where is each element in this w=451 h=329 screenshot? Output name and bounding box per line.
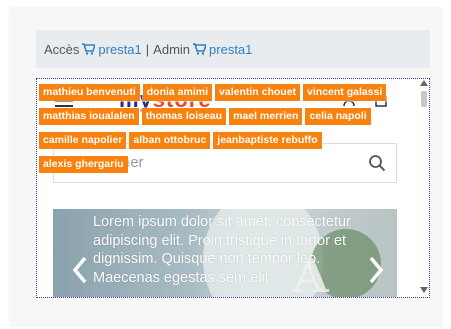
user-tag: alban ottobruc bbox=[129, 132, 211, 149]
user-tag: celia napoli bbox=[305, 108, 371, 125]
cart-icon bbox=[193, 43, 207, 55]
caption-line: Lorem ipsum dolor sit amet, consectetur bbox=[93, 214, 351, 230]
carousel-prev-icon[interactable] bbox=[71, 255, 89, 285]
tag-row: camille napolier alban ottobruc jeanbapt… bbox=[39, 132, 427, 151]
caption-line: adipiscing elit. Proin tristique in tort… bbox=[93, 232, 347, 249]
store-link-2[interactable]: presta1 bbox=[190, 42, 252, 57]
user-tag: mathieu benvenuti bbox=[39, 84, 140, 101]
breadcrumb-separator: | bbox=[145, 41, 150, 57]
store-link-1-label: presta1 bbox=[98, 41, 142, 57]
user-tag: donia amimi bbox=[142, 84, 213, 101]
breadcrumb: Accès presta1 | Admin presta1 bbox=[36, 30, 430, 68]
image-carousel[interactable]: A Lorem ipsum dolor sit amet, consectetu… bbox=[53, 209, 397, 297]
store-link-1[interactable]: presta1 bbox=[79, 41, 142, 57]
user-tags: mathieu benvenuti donia amimi valentin c… bbox=[39, 84, 427, 180]
store-preview-frame[interactable]: mystore Rechercher A Lorem ipsum dolor s… bbox=[36, 78, 430, 298]
scroll-down-icon[interactable] bbox=[420, 287, 428, 293]
carousel-caption: Lorem ipsum dolor sit amet, consectetur … bbox=[93, 213, 393, 287]
tag-row: alexis ghergariu bbox=[39, 156, 427, 175]
user-tag: mael merrien bbox=[229, 108, 303, 125]
carousel-next-icon[interactable] bbox=[367, 255, 385, 285]
breadcrumb-label: Accès bbox=[44, 41, 80, 57]
tag-row: mathieu benvenuti donia amimi valentin c… bbox=[39, 84, 427, 103]
user-tag: jeanbaptiste rebuffo bbox=[213, 132, 322, 149]
user-tag: matthias ioualalen bbox=[39, 108, 139, 125]
tag-row: matthias ioualalen thomas loiseau mael m… bbox=[39, 108, 427, 127]
user-tag: camille napolier bbox=[39, 132, 127, 149]
caption-line: dignissim. Quisque non tempor leo. bbox=[93, 251, 321, 267]
store-link-2-label: presta1 bbox=[209, 41, 253, 57]
user-tag: thomas loiseau bbox=[141, 108, 227, 125]
caption-line: Maecenas egestas sem elit bbox=[93, 269, 269, 286]
admin-label: Admin bbox=[153, 41, 191, 57]
user-tag: valentin chouet bbox=[215, 84, 301, 101]
cart-icon bbox=[82, 43, 96, 55]
user-tag: alexis ghergariu bbox=[39, 156, 128, 173]
user-tag: vincent galassi bbox=[303, 84, 387, 101]
